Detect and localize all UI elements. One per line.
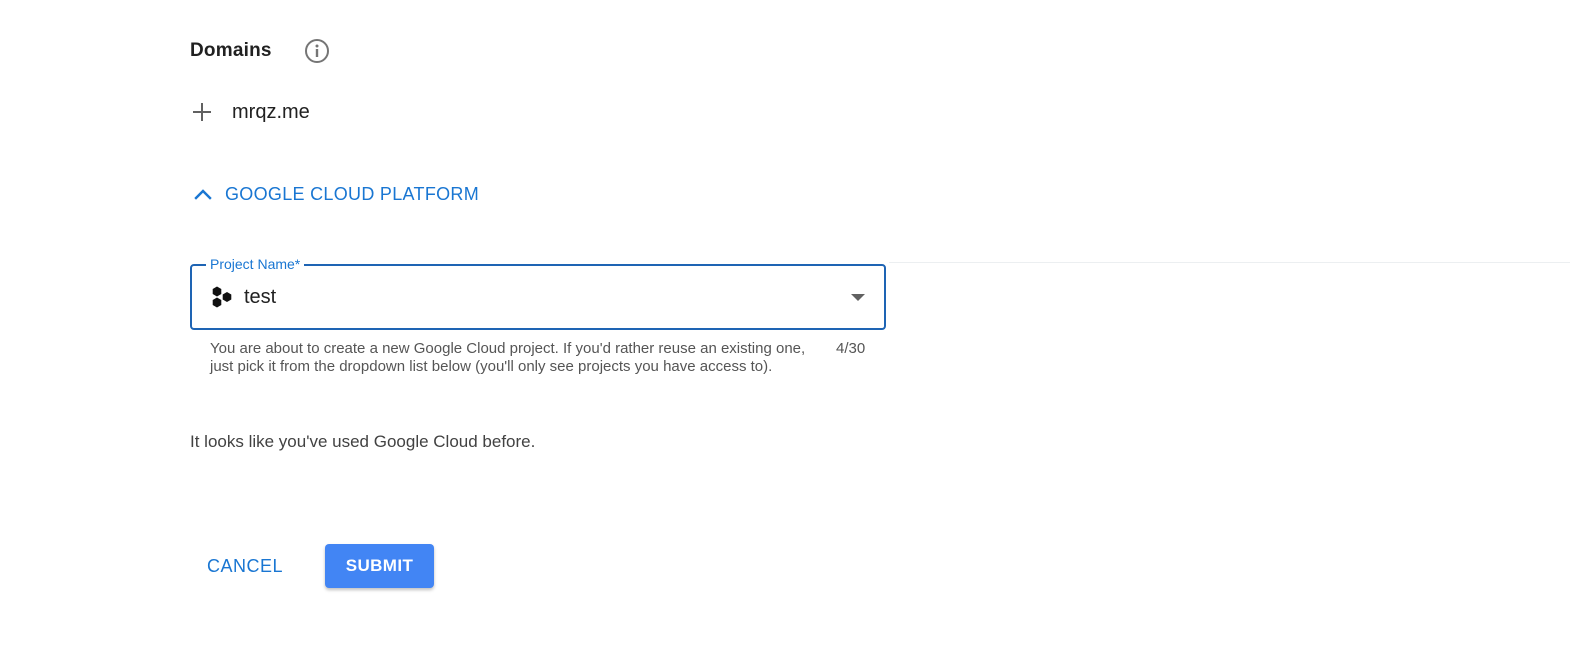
project-name-helper-text: You are about to create a new Google Clo… xyxy=(210,340,806,375)
info-icon[interactable] xyxy=(304,38,330,64)
divider xyxy=(889,262,1570,263)
google-cloud-project-icon xyxy=(212,286,232,308)
submit-button[interactable]: SUBMIT xyxy=(325,544,434,588)
dropdown-arrow-icon[interactable] xyxy=(846,285,870,309)
project-name-value: test xyxy=(244,285,277,308)
gcp-notice: It looks like you've used Google Cloud b… xyxy=(190,432,536,451)
gcp-section-toggle[interactable]: GOOGLE CLOUD PLATFORM xyxy=(190,180,479,208)
gcp-section-label: GOOGLE CLOUD PLATFORM xyxy=(225,183,480,204)
project-name-select[interactable]: test xyxy=(210,266,870,328)
domains-heading: Domains xyxy=(190,38,272,64)
chevron-up-icon xyxy=(194,189,212,200)
project-name-field[interactable]: Project Name* test xyxy=(190,256,886,330)
domains-title: Domains xyxy=(190,40,272,61)
cancel-button[interactable]: CANCEL xyxy=(196,544,294,588)
domain-list-item: mrqz.me xyxy=(190,96,310,128)
plus-icon[interactable] xyxy=(190,100,214,124)
domain-name: mrqz.me xyxy=(232,100,310,123)
character-counter: 4/30 xyxy=(836,340,866,357)
gcp-setup-form: Domains mrqz.me GOOGLE CLOUD PLATFORM Pr… xyxy=(0,0,1570,656)
